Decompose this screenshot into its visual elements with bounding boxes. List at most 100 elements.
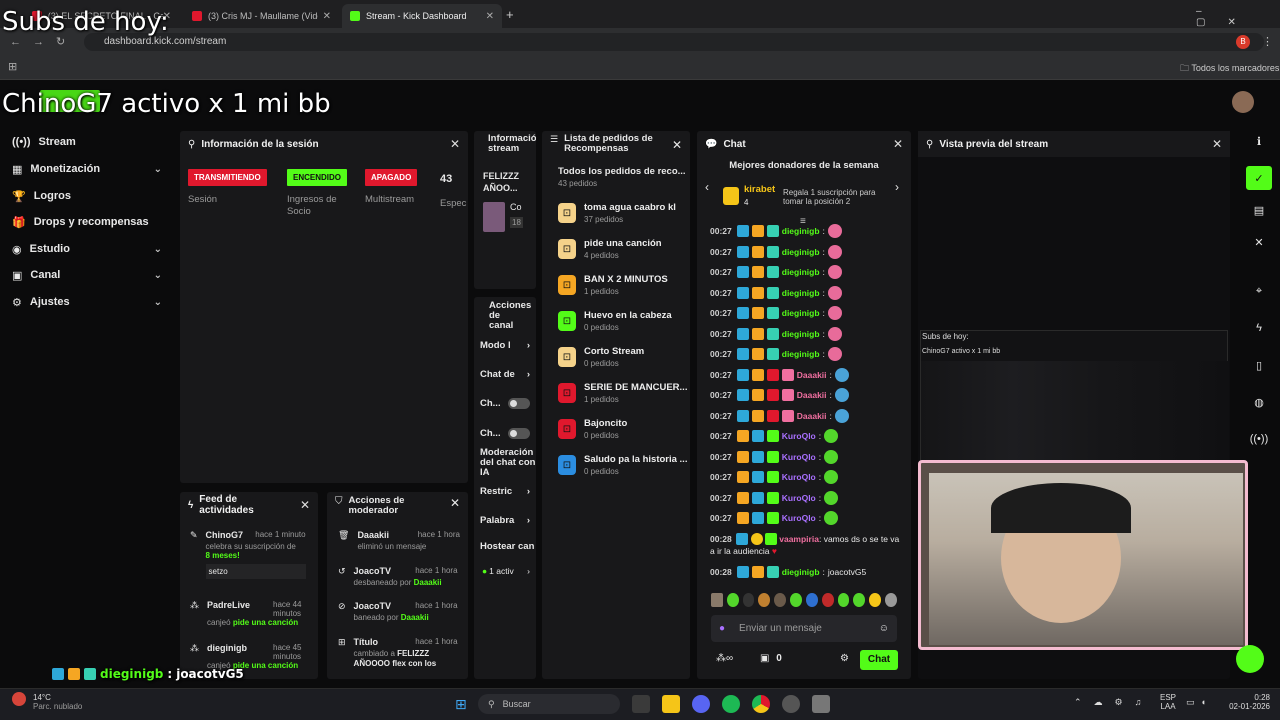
browser-tab[interactable]: (3) Cris MJ - Maullame (Video C...✕ xyxy=(184,4,339,28)
emote-icon[interactable] xyxy=(869,593,882,607)
chat-messages: 00:27 dieginigb: 00:27 dieginigb: 00:27 die… xyxy=(710,221,906,585)
close-icon[interactable]: ✕ xyxy=(450,496,460,510)
document-icon[interactable]: ▯ xyxy=(1246,353,1272,377)
reward-item[interactable]: ⊡ Huevo en la cabeza 0 pedidos xyxy=(558,303,688,339)
sidebar-item-ajustes[interactable]: ⚙ Ajustes ⌄ xyxy=(12,292,162,312)
emote-icon[interactable] xyxy=(774,593,787,607)
banned-words-item[interactable]: Palabra › xyxy=(480,515,530,526)
bolt-icon[interactable]: ϟ xyxy=(1246,316,1272,340)
reward-item[interactable]: ⊡ Corto Stream 0 pedidos xyxy=(558,339,688,375)
language-indicator[interactable]: ESP LAA xyxy=(1160,693,1176,711)
user-avatar[interactable] xyxy=(1232,91,1254,113)
taskbar-search[interactable]: ⚲ Buscar xyxy=(478,694,620,714)
sidebar-item-estudio[interactable]: ◉ Estudio ⌄ xyxy=(12,239,162,259)
category[interactable]: Co 18 xyxy=(474,194,536,232)
emote-icon[interactable] xyxy=(711,593,723,607)
reward-item[interactable]: ⊡ SERIE DE MANCUER... 1 pedidos xyxy=(558,375,688,411)
weather-widget[interactable]: 14°C Parc. nublado xyxy=(33,693,82,711)
chat-input[interactable]: ● Enviar un mensaje ☺ xyxy=(711,615,897,642)
chevron-left-icon[interactable]: ‹ xyxy=(705,180,709,194)
close-tab-icon[interactable]: ✕ xyxy=(486,11,494,22)
weather-icon[interactable] xyxy=(12,692,26,706)
network-volume-icon[interactable]: ▭◖ xyxy=(1186,697,1212,708)
close-icon[interactable]: ✕ xyxy=(300,498,310,512)
toggle-item[interactable]: Ch... xyxy=(480,428,530,439)
reward-item[interactable]: ⊡ Saludo pa la historia ... 0 pedidos xyxy=(558,447,688,483)
reward-item[interactable]: ⊡ Bajoncito 0 pedidos xyxy=(558,411,688,447)
target-icon[interactable]: ⌖ xyxy=(1246,279,1272,303)
channel-points[interactable]: ▣ 0 xyxy=(760,653,782,664)
reward-item[interactable]: ⊡ BAN X 2 MINUTOS 1 pedidos xyxy=(558,267,688,303)
discord-icon[interactable] xyxy=(692,695,710,713)
close-icon[interactable]: ✕ xyxy=(1212,137,1222,151)
chat-mode-item[interactable]: Chat de › xyxy=(480,369,530,380)
sub-badge-icon xyxy=(766,471,779,484)
restrictions-item[interactable]: Restric › xyxy=(480,486,530,497)
mic-icon[interactable]: ● xyxy=(719,623,725,634)
sidebar-item-monetization[interactable]: ▦ Monetización ⌄ xyxy=(12,159,162,179)
help-fab-button[interactable] xyxy=(1236,645,1264,673)
menu-icon[interactable]: ⋮ xyxy=(1262,35,1273,48)
close-icon[interactable]: ✕ xyxy=(450,137,460,151)
slow-mode-item[interactable]: Modo l › xyxy=(480,340,530,351)
emote-icon xyxy=(827,265,842,280)
send-chat-button[interactable]: Chat xyxy=(860,650,898,670)
windows-start-icon[interactable]: ⊞ xyxy=(455,696,467,713)
chrome-icon[interactable] xyxy=(752,695,770,713)
clock[interactable]: 0:28 02-01-2026 xyxy=(1226,693,1270,711)
close-icon[interactable]: ✕ xyxy=(893,137,903,151)
app-icon[interactable] xyxy=(812,695,830,713)
emote-icon[interactable] xyxy=(742,593,755,607)
url-input[interactable]: dashboard.kick.com/stream xyxy=(84,33,1264,51)
window-controls[interactable]: –▢✕ xyxy=(1196,6,1280,28)
layout-icon[interactable]: ▤ xyxy=(1246,198,1272,222)
info-icon[interactable]: ℹ xyxy=(1246,129,1272,153)
chat-message: 00:27 dieginigb: xyxy=(710,221,906,242)
toggle-switch[interactable] xyxy=(508,428,530,439)
chat-message: 00:27 dieginigb: xyxy=(710,242,906,263)
spotify-icon[interactable] xyxy=(722,695,740,713)
chat-settings-icon[interactable]: ⚙ xyxy=(840,653,849,664)
emote-icon[interactable] xyxy=(821,593,834,607)
chat-bubble-icon[interactable]: ◍ xyxy=(1246,390,1272,414)
broadcast-icon[interactable]: ((•)) xyxy=(1246,427,1272,451)
sidebar-item-canal[interactable]: ▣ Canal ⌄ xyxy=(12,265,162,285)
explorer-icon[interactable] xyxy=(662,695,680,713)
profile-avatar[interactable]: B xyxy=(1236,35,1250,49)
webcam-frame xyxy=(918,460,1248,650)
obs-icon[interactable] xyxy=(782,695,800,713)
apps-grid-icon[interactable]: ⊞ xyxy=(8,60,17,73)
close-icon[interactable]: ✕ xyxy=(672,138,682,152)
points-icon[interactable]: ⁂∞ xyxy=(716,653,733,664)
sidebar-item-stream[interactable]: ((•)) Stream xyxy=(12,132,162,152)
toggle-item[interactable]: Ch... xyxy=(480,398,530,409)
ai-moderation-item[interactable]: Moderación del chat con IA xyxy=(480,448,536,478)
emote-icon[interactable] xyxy=(853,593,866,607)
emote-icon[interactable] xyxy=(726,593,739,607)
check-icon[interactable]: ✓ xyxy=(1246,166,1272,190)
emote-icon[interactable] xyxy=(837,593,850,607)
emote-icon[interactable] xyxy=(790,593,802,607)
all-bookmarks[interactable]: 🗀 Todos los marcadores xyxy=(1180,61,1279,77)
emoji-icon[interactable]: ☺ xyxy=(879,623,889,634)
host-channel-item[interactable]: Hostear can xyxy=(480,541,536,552)
all-rewards[interactable]: Todos los pedidos de reco... 43 pedidos xyxy=(558,166,688,188)
emote-icon[interactable] xyxy=(885,593,897,607)
reward-icon: ⊡ xyxy=(558,347,576,367)
mute-tab-icon[interactable]: ✕ xyxy=(323,11,331,22)
crown-icon xyxy=(751,565,764,578)
system-tray[interactable]: ⌃☁⚙♫ xyxy=(1074,697,1153,708)
close-icon[interactable]: ✕ xyxy=(1246,230,1272,254)
reward-item[interactable]: ⊡ toma agua caabro kl 37 pedidos xyxy=(558,195,688,231)
new-tab-icon[interactable]: + xyxy=(506,7,514,22)
reward-item[interactable]: ⊡ pide una canción 4 pedidos xyxy=(558,231,688,267)
sidebar-item-drops[interactable]: 🎁 Drops y recompensas xyxy=(12,212,162,232)
host-active-item[interactable]: ● 1 activ › xyxy=(482,566,530,576)
toggle-switch[interactable] xyxy=(508,398,530,409)
taskview-icon[interactable] xyxy=(632,695,650,713)
sidebar-item-logros[interactable]: 🏆 Logros xyxy=(12,186,162,206)
emote-icon[interactable] xyxy=(758,593,771,607)
chevron-right-icon[interactable]: › xyxy=(895,180,899,194)
browser-tab-active[interactable]: Stream - Kick Dashboard ✕ xyxy=(342,4,502,28)
emote-icon[interactable] xyxy=(805,593,818,607)
